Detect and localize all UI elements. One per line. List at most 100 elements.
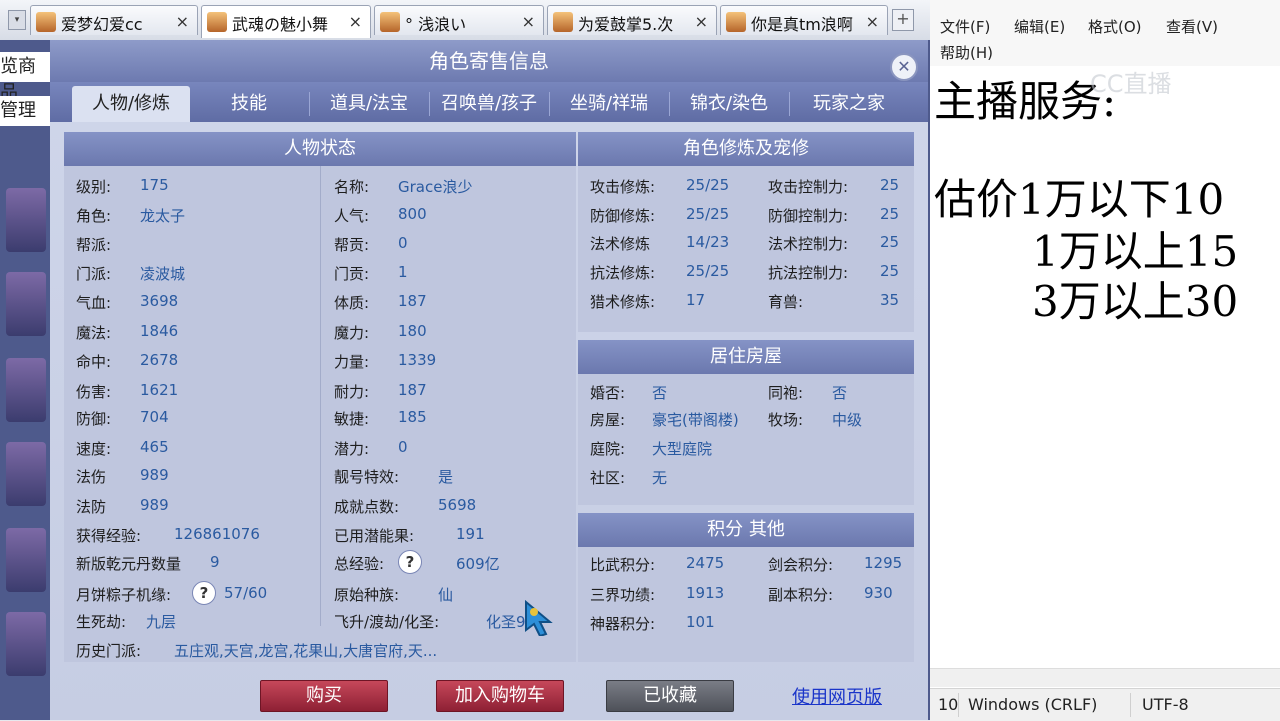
web-version-link[interactable]: 使用网页版 [792,683,882,709]
side-label: 管理 [0,96,50,126]
close-icon[interactable]: × [866,12,879,31]
stat-label: 月饼粽子机缘: [76,586,172,604]
cultivation-value: 17 [686,291,706,309]
close-icon[interactable]: ✕ [890,53,918,81]
character-portrait[interactable] [6,442,46,506]
dialog-title: 角色寄售信息 [50,40,928,82]
panel-header: 人物状态 [64,132,576,166]
tab-account-2[interactable]: 武魂の魅小舞 × [201,5,371,38]
cursor-icon [525,600,553,636]
tab-title: 武魂の魅小舞 [232,15,329,34]
cultivation-label: 法术修炼 [590,235,651,253]
stat-label: 力量: [334,353,370,371]
ranch-label: 牧场: [768,411,804,429]
stat-value: 126861076 [174,525,260,543]
stat-value: 989 [140,496,169,514]
control-value: 25 [880,233,900,251]
close-icon[interactable]: × [176,12,189,31]
stat-label: 角色: [76,207,112,225]
yard-value: 大型庭院 [652,440,713,458]
tab-player-home[interactable]: 玩家之家 [790,86,908,122]
tab-account-3[interactable]: ° 浅浪い × [374,5,544,35]
horizontal-scrollbar[interactable] [930,668,1280,687]
favorited-button[interactable]: 已收藏 [606,680,734,712]
stat-value: 185 [398,408,427,426]
stat-value: 化圣9 [486,613,526,631]
panel-header: 角色修炼及宠修 [578,132,914,166]
column-divider [320,166,321,626]
stat-label: 法伤 [76,468,107,486]
stat-label: 体质: [334,294,370,312]
menu-view[interactable]: 查看(V) [1166,16,1218,37]
consignment-info-dialog: 角色寄售信息 ✕ 人物/修炼 技能 道具/法宝 召唤兽/孩子 坐骑/祥瑞 锦衣/… [50,40,928,720]
character-portrait[interactable] [6,188,46,252]
menu-help[interactable]: 帮助(H) [940,42,993,63]
character-portrait[interactable] [6,272,46,336]
cultivation-value: 14/23 [686,233,730,251]
add-to-cart-button[interactable]: 加入购物车 [436,680,564,712]
avatar [726,12,746,32]
stat-value: 704 [140,408,169,426]
stat-label: 气血: [76,294,112,312]
tab-account-1[interactable]: 爱梦幻爱cc × [30,5,198,35]
stat-label: 命中: [76,353,112,371]
married-label: 婚否: [590,384,626,402]
avatar [380,12,400,32]
sworn-value: 否 [832,384,848,402]
character-portrait[interactable] [6,528,46,592]
stat-label: 耐力: [334,383,370,401]
tab-outfits[interactable]: 锦衣/染色 [670,86,788,122]
tab-summons-children[interactable]: 召唤兽/孩子 [430,86,548,122]
stat-value: 180 [398,322,427,340]
help-icon[interactable]: ? [192,581,216,605]
control-label: 攻击控制力: [768,178,849,196]
line-ending: Windows (CRLF) [968,695,1098,714]
stat-label: 伤害: [76,383,112,401]
cultivation-label: 攻击修炼: [590,178,656,196]
menu-file[interactable]: 文件(F) [940,16,990,37]
character-portrait[interactable] [6,358,46,422]
stat-value: Grace浪少 [398,178,473,196]
menu-format[interactable]: 格式(O) [1088,16,1142,37]
stat-label: 帮派: [76,236,112,254]
tab-title: ° 浅浪い [405,15,467,34]
stat-label: 帮贡: [334,236,370,254]
menu-edit[interactable]: 编辑(E) [1014,16,1065,37]
stat-value: 凌波城 [140,265,186,283]
tab-items-treasures[interactable]: 道具/法宝 [310,86,428,122]
stat-label: 法防 [76,498,107,516]
stat-label: 门派: [76,265,112,283]
stat-value: 2678 [140,351,179,369]
points-value: 930 [864,584,893,602]
stat-value: 187 [398,381,427,399]
close-icon[interactable]: × [349,12,362,31]
buy-button[interactable]: 购买 [260,680,388,712]
stat-label: 名称: [334,178,370,196]
tab-list-dropdown-icon[interactable]: ▾ [8,10,26,30]
tab-mounts[interactable]: 坐骑/祥瑞 [550,86,668,122]
stat-value: 3698 [140,292,179,310]
panel-header: 积分 其他 [578,513,914,547]
control-value: 25 [880,262,900,280]
points-label: 副本积分: [768,586,834,604]
cultivation-value: 25/25 [686,262,730,280]
points-value: 2475 [686,554,725,572]
stat-label: 获得经验: [76,527,142,545]
stat-label: 飞升/渡劫/化圣: [334,613,440,631]
stat-label: 新版乾元丹数量 [76,555,182,573]
tab-skills[interactable]: 技能 [190,86,308,122]
new-tab-button[interactable]: + [892,9,914,31]
stat-label: 级别: [76,178,112,196]
tab-character-cultivation[interactable]: 人物/修炼 [72,86,190,122]
stat-label: 魔力: [334,324,370,342]
tab-account-5[interactable]: 你是真tm浪啊 × [720,5,888,35]
cultivation-label: 抗法修炼: [590,264,656,282]
control-label: 法术控制力: [768,235,849,253]
close-icon[interactable]: × [522,12,535,31]
character-portrait[interactable] [6,612,46,676]
close-icon[interactable]: × [695,12,708,31]
help-icon[interactable]: ? [398,550,422,574]
tab-account-4[interactable]: 为爱鼓掌5.次 × [547,5,717,35]
side-label: 览商品 [0,52,50,103]
stat-value: 9 [210,553,220,571]
